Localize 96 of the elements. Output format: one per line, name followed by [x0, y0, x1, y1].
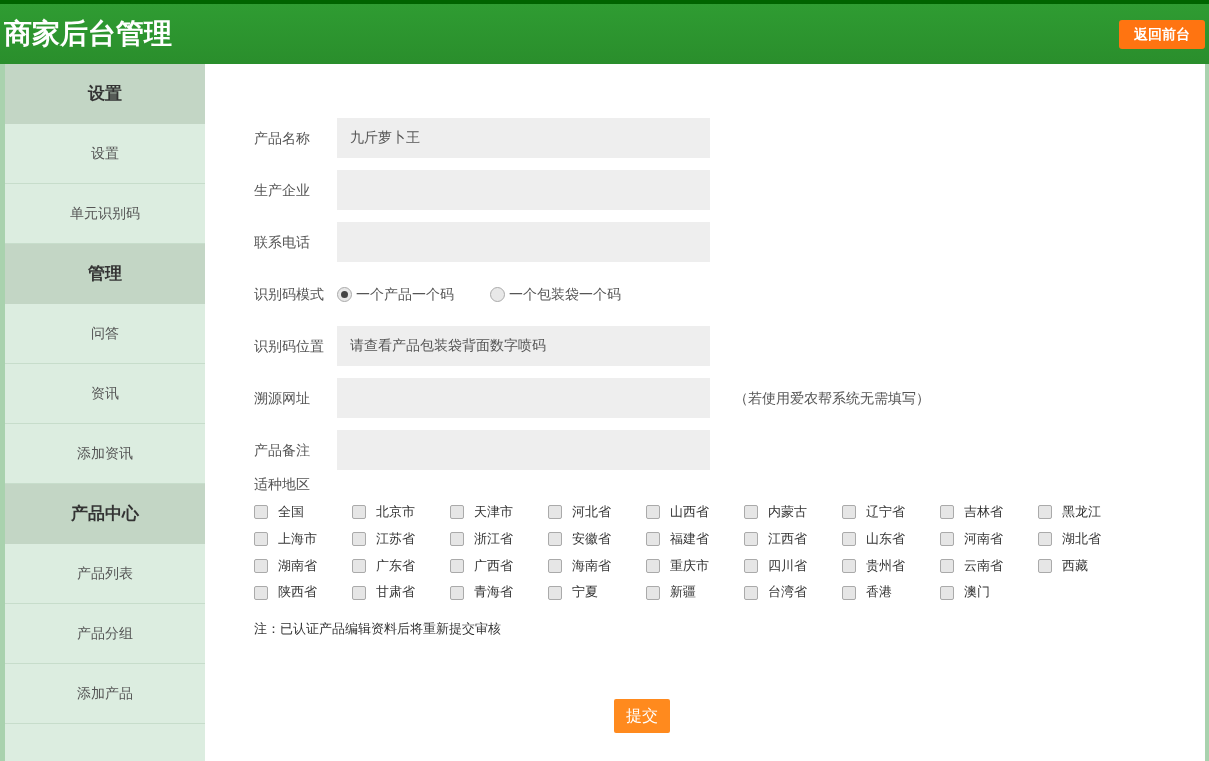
checkbox-label: 江西省 [768, 529, 807, 548]
field-label: 产品名称 [254, 128, 311, 148]
checkbox[interactable] [646, 585, 660, 600]
checkbox[interactable] [254, 532, 268, 547]
field-label: 识别码位置 [254, 336, 325, 356]
field-hint: （若使用爱农帮系统无需填写） [734, 388, 930, 408]
checkbox[interactable] [352, 505, 366, 520]
sidebar-heading: 管理 [5, 244, 205, 304]
checkbox-label: 宁夏 [572, 583, 598, 602]
checkbox[interactable] [548, 532, 562, 547]
text-field[interactable]: 九斤萝卜王 [337, 118, 710, 158]
checkbox-label: 广东省 [376, 556, 415, 575]
radio-label: 一个产品一个码 [356, 284, 454, 304]
checkbox-label: 香港 [866, 583, 892, 602]
checkbox[interactable] [940, 585, 954, 600]
checkbox[interactable] [352, 585, 366, 600]
radio-button[interactable] [337, 286, 352, 302]
checkbox[interactable] [646, 558, 660, 573]
sidebar-item[interactable]: 产品分组 [5, 604, 205, 664]
field-label: 溯源网址 [254, 388, 311, 408]
checkbox-label: 安徽省 [572, 529, 611, 548]
checkbox-label: 甘肃省 [376, 583, 415, 602]
checkbox[interactable] [450, 505, 464, 520]
checkbox-label: 贵州省 [866, 556, 905, 575]
checkbox-label: 山西省 [670, 503, 709, 521]
field-label: 识别码模式 [254, 284, 325, 304]
checkbox-label: 浙江省 [474, 529, 513, 548]
checkbox[interactable] [940, 532, 954, 547]
checkbox-label: 河南省 [964, 529, 1003, 548]
checkbox[interactable] [254, 558, 268, 573]
checkbox[interactable] [352, 558, 366, 573]
checkbox-label: 广西省 [474, 556, 513, 575]
site-title: 商家后台管理 [3, 16, 172, 52]
checkbox[interactable] [548, 505, 562, 520]
checkbox[interactable] [1038, 532, 1052, 547]
checkbox-label: 台湾省 [768, 583, 807, 602]
checkbox-label: 天津市 [474, 503, 513, 521]
checkbox[interactable] [842, 585, 856, 600]
checkbox-label: 湖南省 [278, 556, 317, 575]
sidebar-item[interactable]: 产品列表 [5, 544, 205, 604]
checkbox-label: 四川省 [768, 556, 807, 575]
checkbox[interactable] [548, 585, 562, 600]
checkbox-label: 云南省 [964, 556, 1003, 575]
checkbox[interactable] [548, 558, 562, 573]
checkbox-label: 山东省 [866, 529, 905, 548]
checkbox-label: 福建省 [670, 529, 709, 548]
checkbox[interactable] [450, 532, 464, 547]
field-label: 产品备注 [254, 440, 311, 460]
checkbox-label: 上海市 [278, 529, 317, 548]
checkbox[interactable] [254, 585, 268, 600]
checkbox[interactable] [744, 532, 758, 547]
checkbox[interactable] [744, 505, 758, 520]
checkbox-label: 吉林省 [964, 503, 1003, 521]
section-label: 适种地区 [254, 475, 311, 494]
checkbox[interactable] [842, 558, 856, 573]
checkbox-label: 全国 [278, 503, 304, 521]
checkbox-label: 新疆 [670, 583, 696, 602]
radio-label: 一个包装袋一个码 [509, 284, 621, 304]
checkbox-label: 西藏 [1062, 556, 1088, 575]
checkbox-label: 北京市 [376, 503, 415, 521]
checkbox[interactable] [842, 505, 856, 520]
checkbox-label: 河北省 [572, 503, 611, 521]
text-field[interactable]: 请查看产品包装袋背面数字喷码 [337, 326, 710, 366]
checkbox-label: 黑龙江 [1062, 503, 1101, 521]
sidebar-heading: 设置 [5, 64, 205, 124]
sidebar-item[interactable]: 问答 [5, 304, 205, 364]
checkbox[interactable] [744, 585, 758, 600]
checkbox[interactable] [352, 532, 366, 547]
checkbox-label: 江苏省 [376, 529, 415, 548]
checkbox-label: 澳门 [964, 583, 990, 602]
checkbox[interactable] [940, 558, 954, 573]
checkbox[interactable] [744, 558, 758, 573]
field-label: 生产企业 [254, 180, 311, 200]
checkbox-label: 青海省 [474, 583, 513, 602]
checkbox-label: 内蒙古 [768, 503, 807, 521]
checkbox[interactable] [450, 585, 464, 600]
checkbox[interactable] [940, 505, 954, 520]
checkbox-label: 重庆市 [670, 556, 709, 575]
checkbox[interactable] [842, 532, 856, 547]
checkbox[interactable] [254, 505, 268, 520]
checkbox[interactable] [1038, 558, 1052, 573]
checkbox-label: 海南省 [572, 556, 611, 575]
radio-button[interactable] [490, 286, 505, 302]
checkbox[interactable] [646, 532, 660, 547]
checkbox[interactable] [646, 505, 660, 520]
checkbox-label: 辽宁省 [866, 503, 905, 521]
sidebar-item[interactable]: 添加产品 [5, 664, 205, 724]
sidebar-item[interactable]: 设置 [5, 124, 205, 184]
note-text: 注：已认证产品编辑资料后将重新提交审核 [254, 620, 502, 638]
checkbox[interactable] [1038, 505, 1052, 520]
sidebar-item[interactable]: 资讯 [5, 364, 205, 424]
checkbox[interactable] [450, 558, 464, 573]
field-label: 联系电话 [254, 232, 311, 252]
checkbox-label: 陕西省 [278, 583, 317, 602]
sidebar-heading: 产品中心 [5, 484, 205, 544]
checkbox-label: 湖北省 [1062, 529, 1101, 548]
